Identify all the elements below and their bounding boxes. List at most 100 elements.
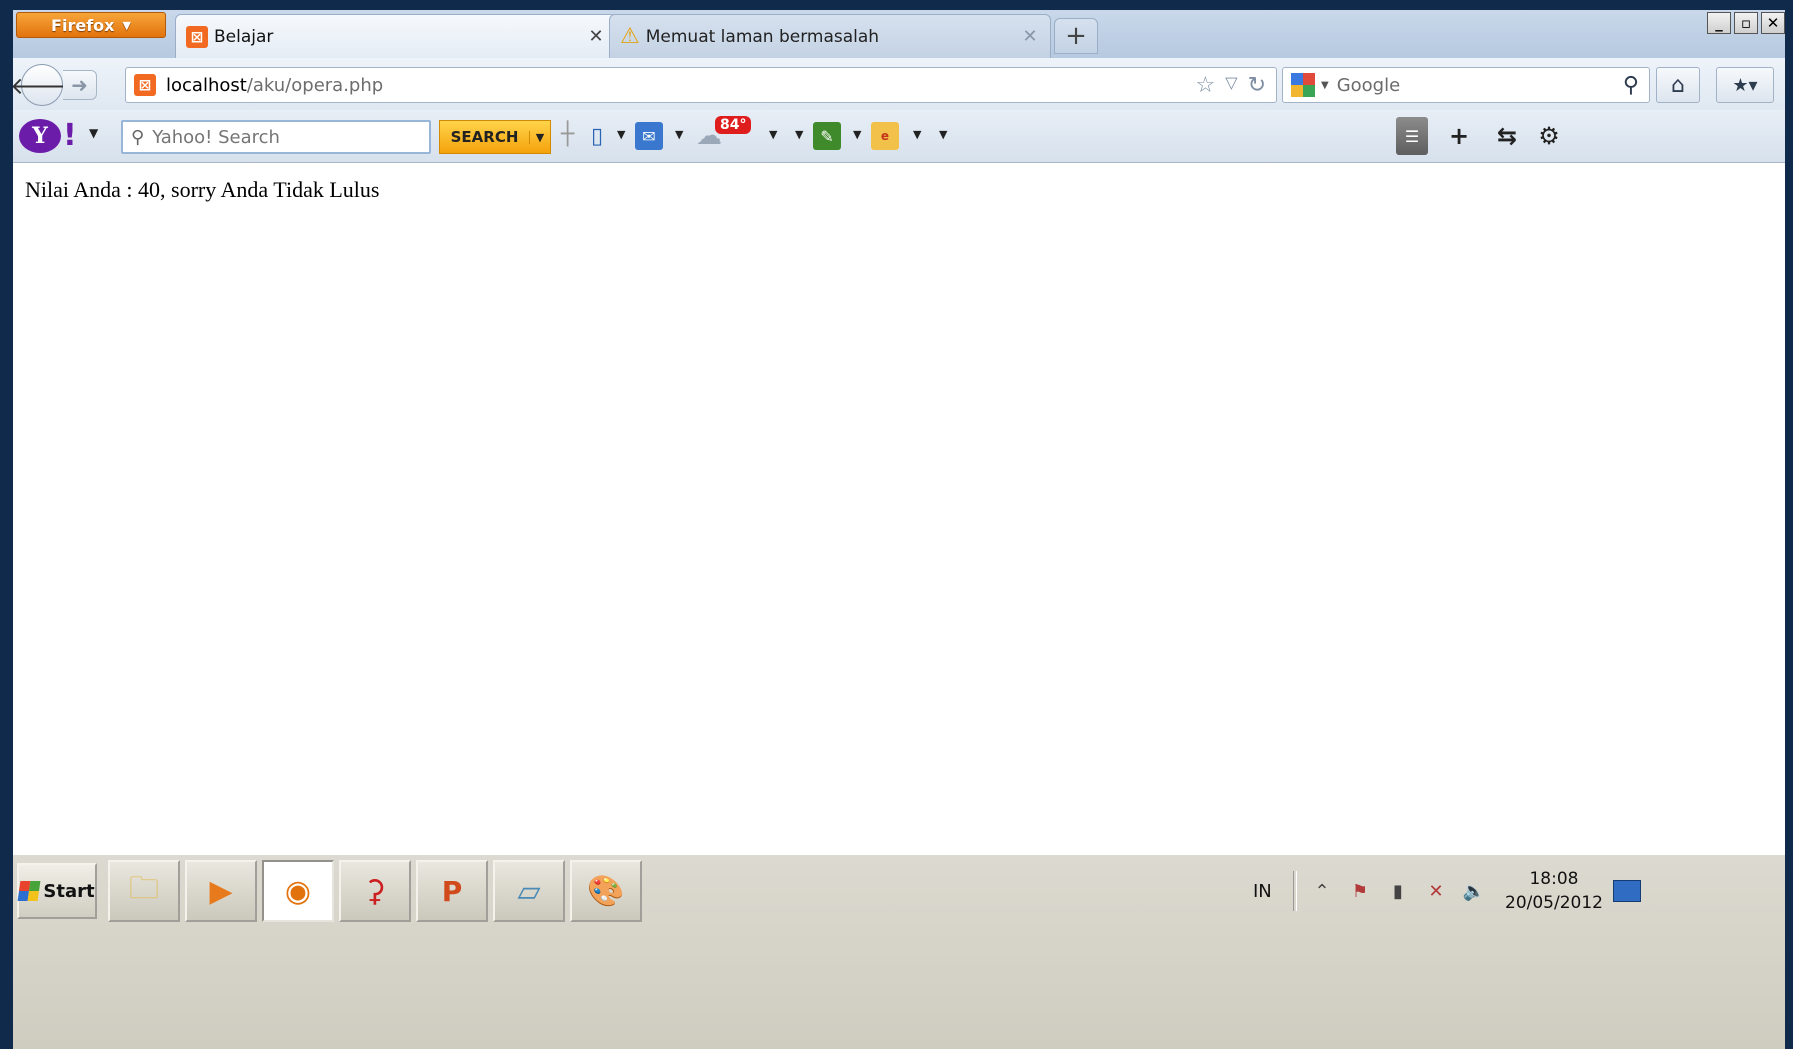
media-play-icon: ▶ [209, 873, 233, 909]
url-bar[interactable]: ⊠ localhost/aku/opera.php ☆ ▽ ↻ [125, 67, 1277, 103]
page-content: Nilai Anda : 40, sorry Anda Tidak Lulus [13, 163, 1785, 853]
firefox-menu-button[interactable]: Firefox ▼ [16, 12, 166, 38]
network-icon[interactable]: ✕ [1422, 877, 1450, 905]
warning-icon: ⚠ [620, 24, 640, 49]
result-message: Nilai Anda : 40, sorry Anda Tidak Lulus [25, 177, 380, 202]
tab-strip: Firefox ▼ ⊠ Belajar ✕ ⚠ Memuat laman ber… [13, 10, 1785, 59]
taskbar-acrobat[interactable]: ⚳ [339, 860, 411, 922]
bookmarks-menu-button[interactable]: ★▾ [1716, 67, 1774, 103]
url-path: /aku/opera.php [246, 74, 384, 96]
battery-icon[interactable]: ▮ [1384, 877, 1412, 905]
taskbar-explorer[interactable]: 🗀 [108, 860, 180, 922]
window-controls: _ ▫ ✕ [1707, 12, 1785, 34]
history-dropdown-icon[interactable]: ▽ [1225, 73, 1237, 98]
start-button[interactable]: Start [17, 863, 97, 919]
windows-flag-icon [17, 881, 41, 901]
chevron-down-icon[interactable]: ▼ [795, 128, 803, 141]
clock-time: 18:08 [1529, 869, 1579, 889]
gear-icon[interactable]: ⚙ [1533, 117, 1565, 155]
bookmarks-icon: ★▾ [1732, 74, 1758, 96]
tray-separator [1293, 871, 1297, 911]
url-bar-actions: ☆ ▽ ↻ [1196, 73, 1276, 98]
ebay-icon[interactable]: e [871, 122, 899, 150]
start-label: Start [43, 880, 95, 902]
language-indicator[interactable]: IN [1253, 881, 1293, 902]
close-icon: ✕ [1766, 14, 1780, 32]
yahoo-exclamation-icon: ! [63, 118, 77, 153]
clock[interactable]: 18:08 20/05/2012 [1505, 867, 1603, 915]
back-button[interactable]: 🡐 [13, 64, 74, 106]
yahoo-logo-text: Y [32, 123, 48, 149]
taskbar-paint[interactable]: 🎨 [570, 860, 642, 922]
tab-title: Belajar [214, 26, 274, 47]
chevron-down-icon[interactable]: ▼ [617, 128, 625, 141]
powerpoint-icon: P [441, 874, 463, 908]
mail-icon[interactable]: ✉ [635, 122, 663, 150]
chevron-down-icon[interactable]: ▼ [939, 128, 947, 141]
chevron-down-icon[interactable]: ▼ [529, 130, 550, 144]
google-icon[interactable] [1291, 73, 1315, 97]
chevron-down-icon[interactable]: ▼ [769, 128, 777, 141]
navigation-bar: 🡐 ➜ ⊠ localhost/aku/opera.php ☆ ▽ ↻ ▼ Go… [13, 58, 1785, 110]
search-icon[interactable]: ⚲ [1623, 73, 1639, 98]
yahoo-logo-icon[interactable]: Y [19, 119, 61, 153]
site-identity-icon[interactable]: ⊠ [134, 74, 156, 96]
system-tray: IN ⌃ ⚑ ▮ ✕ 🔈 18:08 20/05/2012 [1253, 863, 1785, 919]
action-center-flag-icon[interactable]: ⚑ [1346, 877, 1374, 905]
close-window-button[interactable]: ✕ [1761, 12, 1785, 34]
new-tab-button[interactable]: + [1054, 18, 1098, 54]
taskbar-firefox[interactable]: ◉ [262, 860, 334, 922]
plus-icon: + [1065, 21, 1087, 51]
star-bookmark-icon[interactable]: ☆ [1196, 73, 1216, 98]
maximize-icon: ▫ [1740, 14, 1752, 32]
list-icon[interactable]: ☰ [1396, 117, 1428, 155]
taskbar-powerpoint[interactable]: P [416, 860, 488, 922]
firefox-menu-label: Firefox [51, 15, 115, 35]
chevron-down-icon[interactable]: ▼ [89, 126, 98, 140]
arrow-right-icon: ➜ [71, 73, 88, 97]
xampp-icon: ⊠ [186, 25, 208, 48]
home-icon: ⌂ [1671, 72, 1685, 98]
yahoo-toolbar: Y ! ▼ ⚲ SEARCH ▼ ┼ ▯ ▼ ✉ ▼ ☁ 84° ▼ ▼ ✎ ▼… [13, 110, 1785, 163]
clock-date: 20/05/2012 [1505, 893, 1603, 913]
folder-icon: 🗀 [129, 870, 159, 906]
add-icon[interactable]: + [1443, 117, 1475, 155]
tab-belajar[interactable]: ⊠ Belajar ✕ [175, 14, 617, 58]
acrobat-icon: ⚳ [364, 873, 386, 909]
chevron-down-icon[interactable]: ▼ [853, 128, 861, 141]
weather-badge: 84° [715, 116, 752, 134]
chevron-down-icon[interactable]: ▼ [675, 128, 683, 141]
taskbar-notepad[interactable]: ▱ [493, 860, 565, 922]
yahoo-search-field[interactable]: ⚲ [121, 120, 431, 154]
tab-title: Memuat laman bermasalah [645, 26, 880, 47]
browser-window: Firefox ▼ ⊠ Belajar ✕ ⚠ Memuat laman ber… [13, 10, 1785, 1049]
tab-memuat-laman[interactable]: ⚠ Memuat laman bermasalah ✕ [609, 14, 1051, 58]
yahoo-search-input[interactable] [150, 125, 415, 149]
minimize-icon: _ [1715, 14, 1723, 32]
close-tab-icon[interactable]: ✕ [1020, 26, 1040, 47]
search-icon: ⚲ [131, 126, 145, 148]
show-desktop-icon[interactable] [1612, 880, 1641, 902]
notes-icon[interactable]: ✎ [813, 122, 841, 150]
minimize-button[interactable]: _ [1707, 12, 1731, 34]
chevron-down-icon[interactable]: ▼ [1321, 80, 1329, 91]
chevron-down-icon[interactable]: ▼ [913, 128, 921, 141]
chevron-up-icon[interactable]: ⌃ [1308, 877, 1336, 905]
volume-icon[interactable]: 🔈 [1460, 877, 1488, 905]
yahoo-search-button[interactable]: SEARCH ▼ [439, 120, 551, 154]
close-tab-icon[interactable]: ✕ [586, 26, 606, 47]
swap-icon[interactable]: ⇆ [1491, 117, 1523, 155]
taskbar-media-player[interactable]: ▶ [185, 860, 257, 922]
separator-icon: ┼ [561, 122, 575, 147]
notepad-icon: ▱ [517, 873, 541, 909]
home-button[interactable]: ⌂ [1656, 67, 1700, 103]
maximize-button[interactable]: ▫ [1734, 12, 1758, 34]
reload-icon[interactable]: ↻ [1248, 73, 1266, 98]
forward-button[interactable]: ➜ [63, 70, 97, 100]
firefox-icon: ◉ [284, 873, 312, 909]
search-engine-placeholder: Google [1336, 74, 1401, 96]
chevron-down-icon: ▼ [122, 18, 131, 32]
search-button-label: SEARCH [450, 128, 519, 146]
web-search-bar[interactable]: ▼ Google ⚲ [1282, 67, 1650, 103]
pages-icon[interactable]: ▯ [583, 122, 611, 150]
